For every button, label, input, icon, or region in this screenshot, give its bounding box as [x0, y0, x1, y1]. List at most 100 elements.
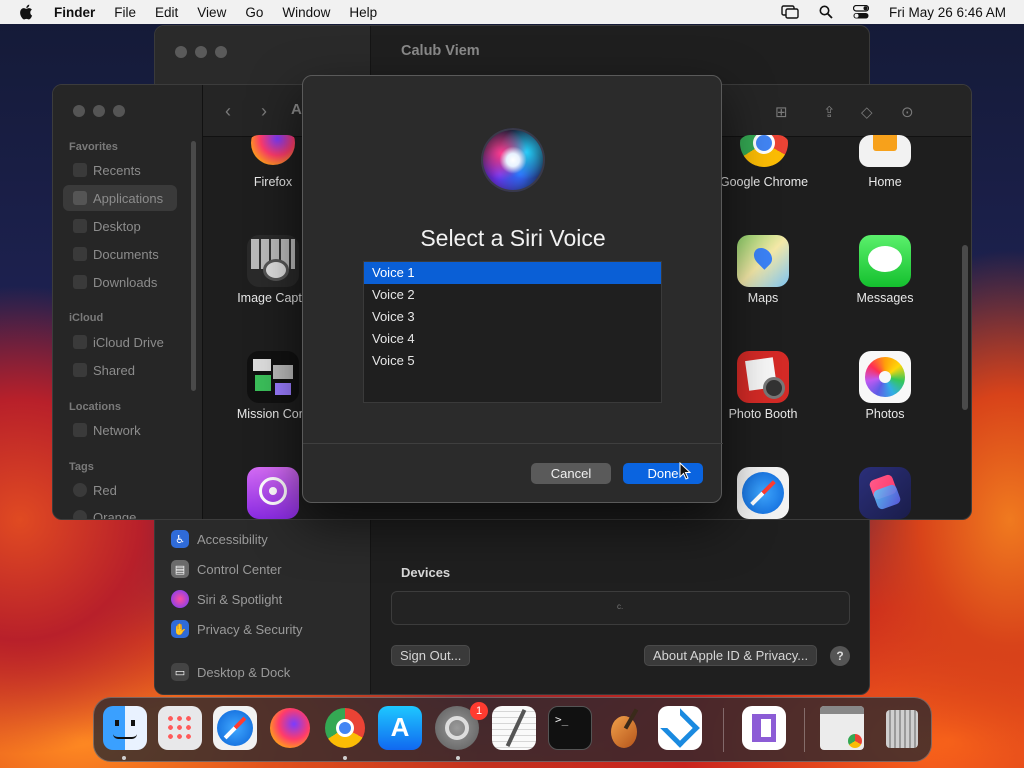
menu-bar-clock[interactable]: Fri May 26 6:46 AM [889, 5, 1006, 20]
sidebar-item-icloud-drive[interactable]: iCloud Drive [63, 329, 177, 355]
voice-option[interactable]: Voice 2 [364, 284, 661, 306]
settings-item-label: Control Center [197, 561, 282, 577]
sidebar-item-tag-orange[interactable]: Orange [63, 504, 177, 520]
dialog-divider [303, 443, 723, 444]
content-scrollbar[interactable] [962, 245, 968, 410]
running-indicator [456, 756, 460, 760]
home-icon [859, 135, 911, 171]
menu-view[interactable]: View [197, 5, 226, 20]
voice-list[interactable]: Voice 1 Voice 2 Voice 3 Voice 4 Voice 5 [363, 261, 662, 403]
close-button[interactable] [73, 105, 85, 117]
camera-icon [247, 235, 299, 287]
notification-badge: 1 [470, 702, 488, 720]
app-shortcuts[interactable] [825, 467, 945, 519]
mission-control-icon [247, 351, 299, 403]
voice-option[interactable]: Voice 1 [364, 262, 661, 284]
more-actions-icon[interactable]: ⊙ [901, 103, 914, 121]
sidebar-item-downloads[interactable]: Downloads [63, 269, 177, 295]
minimize-button[interactable] [93, 105, 105, 117]
settings-item-label: Siri & Spotlight [197, 591, 283, 607]
tag-orange-icon [73, 510, 87, 519]
sidebar-item-label: Orange [93, 509, 137, 520]
sidebar-item-label: Applications [93, 190, 164, 206]
vscode-icon[interactable] [658, 706, 702, 750]
terminal-icon[interactable]: >_ [548, 706, 592, 750]
siri-icon [171, 590, 189, 608]
chrome-icon [738, 135, 790, 171]
app-photos[interactable]: Photos [825, 351, 945, 421]
help-button[interactable]: ? [830, 646, 850, 666]
zoom-button[interactable] [113, 105, 125, 117]
minimize-button[interactable] [195, 46, 207, 58]
desktop-icon [73, 219, 87, 233]
settings-window-title: Calub Viem [401, 43, 480, 59]
chrome-icon[interactable] [323, 706, 367, 750]
about-apple-id-privacy-button[interactable]: About Apple ID & Privacy... [644, 645, 818, 666]
sidebar-item-desktop[interactable]: Desktop [63, 213, 177, 239]
settings-item-desktop-dock[interactable]: ▭ Desktop & Dock [171, 661, 290, 683]
settings-item-accessibility[interactable]: ♿ Accessibility [171, 528, 268, 550]
menu-edit[interactable]: Edit [155, 5, 178, 20]
app-store-icon[interactable]: A [378, 706, 422, 750]
voice-option[interactable]: Voice 5 [364, 350, 661, 372]
sidebar-item-recents[interactable]: Recents [63, 157, 177, 183]
sidebar-item-applications[interactable]: Applications [63, 185, 177, 211]
sidebar-item-label: iCloud Drive [93, 334, 164, 350]
finder-sidebar: Favorites Recents Applications Desktop D… [53, 85, 203, 519]
visual-studio-icon[interactable] [742, 706, 786, 750]
sidebar-item-tag-red[interactable]: Red [63, 477, 177, 503]
settings-item-label: Accessibility [197, 531, 268, 547]
app-home[interactable]: Home [825, 135, 945, 189]
app-label: Home [868, 175, 902, 189]
menu-bar: Finder File Edit View Go Window Help Fri… [0, 0, 1024, 24]
firefox-icon[interactable] [268, 706, 312, 750]
back-icon[interactable]: ‹ [225, 101, 231, 122]
share-icon[interactable]: ⇪ [823, 103, 836, 121]
launchpad-icon[interactable] [158, 706, 202, 750]
app-google-chrome[interactable]: Google Chrome [704, 135, 824, 189]
textedit-icon[interactable] [492, 706, 536, 750]
menu-file[interactable]: File [114, 5, 136, 20]
maps-icon [737, 235, 789, 287]
voice-option[interactable]: Voice 3 [364, 306, 661, 328]
spotlight-search-icon[interactable] [819, 5, 833, 19]
apple-menu-icon[interactable] [18, 3, 36, 21]
sidebar-item-label: Desktop [93, 218, 141, 234]
chrome-window-icon[interactable] [820, 706, 864, 750]
safari-icon[interactable] [213, 706, 257, 750]
view-options-icon[interactable]: ⊞ [775, 103, 788, 121]
devices-placeholder: c. [617, 602, 624, 611]
close-button[interactable] [175, 46, 187, 58]
garageband-icon[interactable] [603, 706, 647, 750]
menu-help[interactable]: Help [349, 5, 377, 20]
control-center-icon: ▤ [171, 560, 189, 578]
sidebar-scrollbar[interactable] [191, 141, 196, 391]
trash-icon[interactable] [880, 706, 924, 750]
sidebar-item-label: Shared [93, 362, 135, 378]
control-center-icon[interactable] [852, 5, 869, 19]
cancel-button[interactable]: Cancel [531, 463, 611, 484]
sidebar-item-network[interactable]: Network [63, 417, 177, 443]
running-indicator [122, 756, 126, 760]
sidebar-item-shared[interactable]: Shared [63, 357, 177, 383]
menu-go[interactable]: Go [245, 5, 263, 20]
screen-mirroring-icon[interactable] [781, 5, 799, 19]
menu-finder[interactable]: Finder [54, 5, 95, 20]
settings-item-control-center[interactable]: ▤ Control Center [171, 558, 282, 580]
settings-item-privacy-security[interactable]: ✋ Privacy & Security [171, 618, 302, 640]
sidebar-item-documents[interactable]: Documents [63, 241, 177, 267]
tag-red-icon [73, 483, 87, 497]
tag-icon[interactable]: ◇ [861, 103, 873, 121]
zoom-button[interactable] [215, 46, 227, 58]
sign-out-button[interactable]: Sign Out... [391, 645, 471, 666]
finder-icon[interactable] [103, 706, 147, 750]
forward-icon[interactable]: › [261, 101, 267, 122]
app-messages[interactable]: Messages [825, 235, 945, 305]
settings-item-siri-spotlight[interactable]: Siri & Spotlight [171, 588, 282, 610]
safari-icon [737, 467, 789, 519]
done-button[interactable]: Done [623, 463, 703, 484]
menu-window[interactable]: Window [282, 5, 330, 20]
voice-option[interactable]: Voice 4 [364, 328, 661, 350]
sidebar-item-label: Recents [93, 162, 141, 178]
download-icon [73, 275, 87, 289]
